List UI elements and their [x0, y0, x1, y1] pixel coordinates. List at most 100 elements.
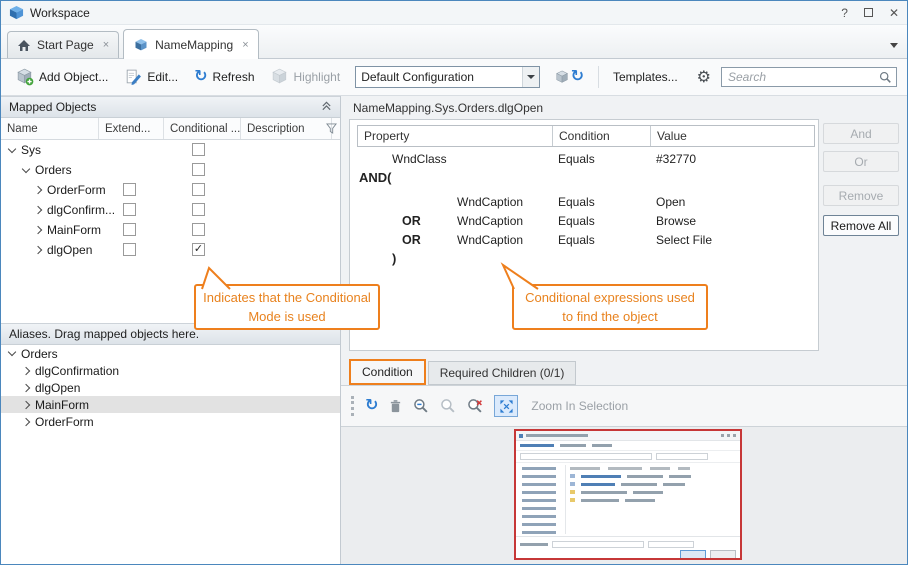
- filter-icon[interactable]: [326, 123, 337, 137]
- zoom-icon[interactable]: [440, 398, 456, 414]
- tree-label: dlgConfirmation: [35, 364, 119, 378]
- tree-row-orderform[interactable]: OrderForm: [1, 180, 340, 200]
- tab-start-page[interactable]: Start Page ×: [7, 31, 119, 58]
- app-logo-icon: [9, 5, 24, 20]
- expander-icon[interactable]: [19, 419, 33, 425]
- highlight-button[interactable]: Highlight: [264, 65, 348, 89]
- alias-row-orders[interactable]: Orders: [1, 345, 340, 362]
- condition-row-and-close[interactable]: ): [357, 249, 815, 268]
- conditional-checkbox[interactable]: [192, 163, 205, 176]
- collapse-panel-button[interactable]: [321, 100, 332, 114]
- operator: AND(: [359, 170, 392, 185]
- extended-checkbox[interactable]: [123, 183, 136, 196]
- refresh-image-icon[interactable]: ↻: [365, 398, 378, 414]
- expander-icon[interactable]: [31, 187, 45, 193]
- value-cell: Browse: [650, 214, 815, 228]
- expander-icon[interactable]: [31, 247, 45, 253]
- alias-row-orderform[interactable]: OrderForm: [1, 413, 340, 430]
- main-toolbar: Add Object... Edit... ↻ Refresh Highligh…: [1, 59, 907, 96]
- callout-tail: [199, 265, 235, 290]
- zoom-in-selection-icon: [499, 399, 514, 414]
- gear-icon[interactable]: ⚙: [697, 67, 711, 87]
- tab-condition[interactable]: Condition: [349, 359, 426, 385]
- tab-overflow-chevron-icon[interactable]: [890, 43, 898, 48]
- expander-icon[interactable]: [19, 368, 33, 374]
- condition-table-body: WndClass Equals #32770 AND( WndCaption E…: [357, 149, 815, 268]
- window-title: Workspace: [30, 6, 90, 20]
- conditional-checkbox[interactable]: [192, 223, 205, 236]
- column-description[interactable]: Description: [241, 118, 332, 139]
- conditional-checkbox[interactable]: [192, 183, 205, 196]
- templates-button[interactable]: Templates...: [606, 67, 685, 87]
- tab-close-icon[interactable]: ×: [103, 39, 109, 51]
- expander-icon[interactable]: [5, 149, 19, 152]
- expander-icon[interactable]: [31, 207, 45, 213]
- image-toolbar: ↻ Zoom In Selection: [341, 386, 907, 427]
- expander-icon[interactable]: [5, 352, 19, 355]
- condition-table-header: Property Condition Value: [357, 125, 815, 147]
- tree-row-mainform[interactable]: MainForm: [1, 220, 340, 240]
- tree-row-dlgconfirmation[interactable]: dlgConfirm...: [1, 200, 340, 220]
- remove-button[interactable]: Remove: [823, 185, 899, 206]
- condition-row[interactable]: ORWndCaption Equals Browse: [357, 211, 815, 230]
- mapped-objects-title: Mapped Objects: [9, 100, 96, 114]
- sync-arrows-icon: ↻: [571, 69, 584, 85]
- expander-icon[interactable]: [19, 402, 33, 408]
- conditional-checkbox[interactable]: [192, 203, 205, 216]
- column-property[interactable]: Property: [358, 126, 553, 146]
- condition-row[interactable]: ORWndCaption Equals Select File: [357, 230, 815, 249]
- tree-row-sys[interactable]: Sys: [1, 140, 340, 160]
- tree-row-orders[interactable]: Orders: [1, 160, 340, 180]
- condition-row[interactable]: WndCaption Equals Open: [357, 192, 815, 211]
- alias-row-mainform[interactable]: MainForm: [1, 396, 340, 413]
- remove-all-button[interactable]: Remove All: [823, 215, 899, 236]
- maximize-button[interactable]: [864, 8, 873, 17]
- preview-screenshot: [514, 429, 742, 560]
- column-conditional[interactable]: Conditional ...: [164, 118, 241, 139]
- tab-required-children[interactable]: Required Children (0/1): [428, 361, 577, 385]
- add-object-button[interactable]: Add Object...: [9, 65, 115, 89]
- condition-row[interactable]: WndClass Equals #32770: [357, 149, 815, 168]
- property-cell: WndClass: [392, 152, 447, 166]
- aliases-title: Aliases. Drag mapped objects here.: [9, 327, 199, 341]
- conditional-checkbox-checked[interactable]: ✓: [192, 243, 205, 256]
- configuration-value: Default Configuration: [361, 70, 521, 84]
- zoom-in-selection-button[interactable]: [494, 395, 518, 417]
- delete-image-icon[interactable]: [389, 399, 402, 414]
- or-button[interactable]: Or: [823, 151, 899, 172]
- dropdown-arrow-button[interactable]: [522, 67, 539, 87]
- search-input[interactable]: [726, 69, 879, 85]
- and-button[interactable]: And: [823, 123, 899, 144]
- refresh-button[interactable]: ↻ Refresh: [187, 66, 261, 88]
- conditional-checkbox[interactable]: [192, 143, 205, 156]
- zoom-out-icon[interactable]: [413, 398, 429, 414]
- column-name[interactable]: Name: [1, 118, 99, 139]
- extended-checkbox[interactable]: [123, 203, 136, 216]
- sync-configuration-button[interactable]: ↻: [548, 66, 591, 88]
- column-extended[interactable]: Extend...: [99, 118, 164, 139]
- drag-handle[interactable]: [351, 396, 354, 416]
- preview-dialog-addressbar: [516, 451, 740, 463]
- configuration-dropdown[interactable]: Default Configuration: [355, 66, 539, 88]
- tab-namemapping[interactable]: NameMapping ×: [123, 29, 258, 59]
- help-button[interactable]: ?: [841, 6, 848, 20]
- zoom-reset-icon[interactable]: [467, 398, 483, 414]
- column-value[interactable]: Value: [651, 126, 814, 146]
- extended-checkbox[interactable]: [123, 223, 136, 236]
- tree-row-dlgopen[interactable]: dlgOpen ✓: [1, 240, 340, 260]
- condition-buttons: And Or Remove Remove All: [823, 123, 899, 236]
- alias-row-dlgopen[interactable]: dlgOpen: [1, 379, 340, 396]
- tab-close-icon[interactable]: ×: [242, 39, 248, 51]
- column-condition[interactable]: Condition: [553, 126, 651, 146]
- alias-row-dlgconfirmation[interactable]: dlgConfirmation: [1, 362, 340, 379]
- edit-button[interactable]: Edit...: [117, 65, 185, 89]
- condition-row-and-open[interactable]: AND(: [357, 168, 815, 187]
- refresh-label: Refresh: [212, 70, 254, 84]
- expander-icon[interactable]: [19, 385, 33, 391]
- extended-checkbox[interactable]: [123, 243, 136, 256]
- expander-icon[interactable]: [19, 169, 33, 172]
- expander-icon[interactable]: [31, 227, 45, 233]
- condition-cell: Equals: [552, 195, 650, 209]
- preview-dialog-file-list: [566, 463, 740, 536]
- close-button[interactable]: ✕: [889, 6, 899, 20]
